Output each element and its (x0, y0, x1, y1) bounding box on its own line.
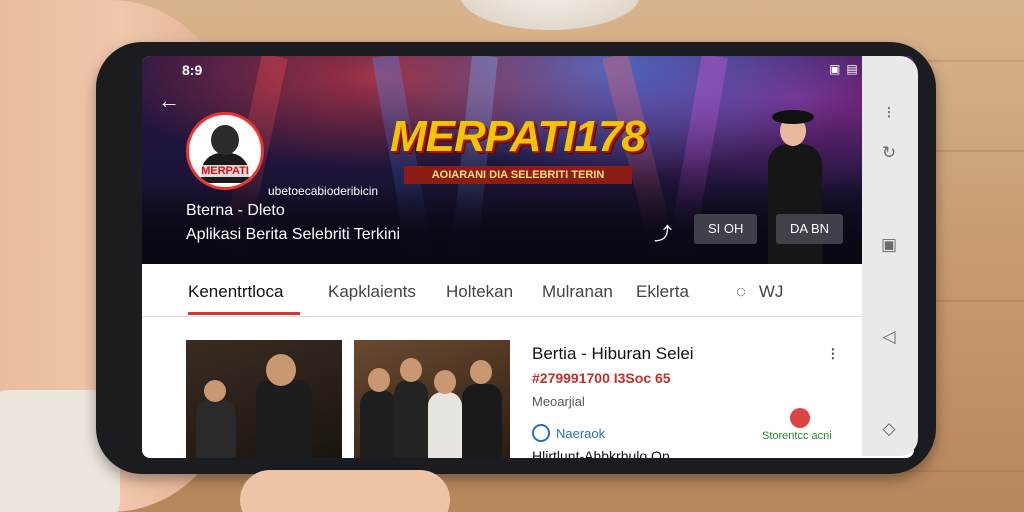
channel-description: Aplikasi Berita Selebriti Terkini (186, 226, 401, 243)
video-meta: #279991700 I3Soc 65 (532, 370, 671, 386)
thumb-head (368, 368, 390, 392)
tab-search-label: WJ (758, 282, 784, 301)
thumb (240, 470, 450, 512)
back-arrow-icon[interactable]: ← (158, 88, 180, 114)
coffee-cup (460, 0, 640, 30)
channel-avatar[interactable]: MERPATI (186, 112, 264, 190)
search-icon: ◌ (736, 282, 747, 301)
thumb-head (204, 380, 226, 402)
thumb-person (196, 400, 236, 458)
more-options-icon[interactable]: ⁝ (830, 344, 836, 365)
thumb-person (360, 390, 396, 458)
video-thumbnail-2[interactable] (354, 340, 510, 458)
brand-tagline: AOIARANI DIA SELEBRITI TERIN (404, 166, 632, 184)
thumb-head (400, 358, 422, 382)
photo-scene: 8:9 ▣ ▤ ◠ ◢ ▮ ← MERPATI MERPATI178 AOIAR… (0, 0, 1024, 512)
channel-chip[interactable]: Naeraok (532, 424, 605, 442)
brand-logo-text: MERPATI178 (390, 112, 646, 161)
singer-body (768, 144, 822, 264)
tab-shorts[interactable]: Holtekan (446, 282, 513, 302)
channel-icon (532, 424, 550, 442)
app-screen: 8:9 ▣ ▤ ◠ ◢ ▮ ← MERPATI MERPATI178 AOIAR… (142, 56, 914, 458)
avatar-head (211, 125, 239, 155)
tab-videos[interactable]: Kapklaients (328, 282, 416, 302)
overview-square-icon[interactable]: ▣ (876, 232, 902, 258)
phone-device: 8:9 ▣ ▤ ◠ ◢ ▮ ← MERPATI MERPATI178 AOIAR… (96, 42, 936, 474)
record-icon[interactable] (790, 408, 810, 428)
channel-chip-label: Naeraok (556, 425, 606, 441)
android-nav-bar: ⁝ ↻ ▣ ◁ ◇ (862, 56, 918, 456)
channel-banner: 8:9 ▣ ▤ ◠ ◢ ▮ ← MERPATI MERPATI178 AOIAR… (142, 56, 914, 267)
active-tab-indicator (188, 312, 300, 315)
menu-dots-icon[interactable]: ⁝ (876, 100, 902, 126)
tab-live[interactable]: Mulranan (542, 282, 613, 302)
tab-search[interactable]: ◌ WJ (736, 282, 783, 302)
video-title[interactable]: Bertia - Hiburan Selei (532, 344, 694, 364)
singer-hat (772, 110, 814, 124)
video-subtitle: Meoarjial (532, 394, 585, 409)
thumb-person (462, 384, 502, 458)
thumb-head (470, 360, 492, 384)
gallery-icon: ▣ (828, 62, 841, 76)
avatar-label: MERPATI (189, 165, 261, 177)
thumb-person (394, 380, 428, 458)
tab-posts[interactable]: Eklerta (636, 282, 689, 302)
right-action-button[interactable]: DA BN (776, 214, 844, 244)
status-time: 8:9 (182, 62, 203, 78)
tab-bar: Kenentrtloca Kapklaients Holtekan Mulran… (142, 264, 914, 317)
left-action-button[interactable]: SI OH (694, 214, 758, 244)
share-icon[interactable]: ⤴ (654, 220, 672, 246)
next-item-title: Hlirtlunt-Ahbkrhulo On (532, 448, 670, 458)
thumb-head (266, 354, 296, 386)
channel-handle: ubetoecabioderibicin (268, 184, 379, 198)
video-thumbnail-1[interactable] (186, 340, 342, 458)
thumb-person (256, 380, 312, 458)
refresh-icon[interactable]: ↻ (876, 140, 902, 166)
channel-name: Bterna - Dleto (186, 202, 285, 219)
assistant-icon[interactable]: ◇ (876, 416, 902, 442)
tab-home[interactable]: Kenentrtloca (188, 282, 283, 302)
thumb-person (428, 392, 462, 458)
cast-icon: ▤ (846, 62, 858, 76)
back-triangle-icon[interactable]: ◁ (876, 324, 902, 350)
subscription-note: Storentcc acni (762, 430, 832, 442)
thumb-head (434, 370, 456, 394)
